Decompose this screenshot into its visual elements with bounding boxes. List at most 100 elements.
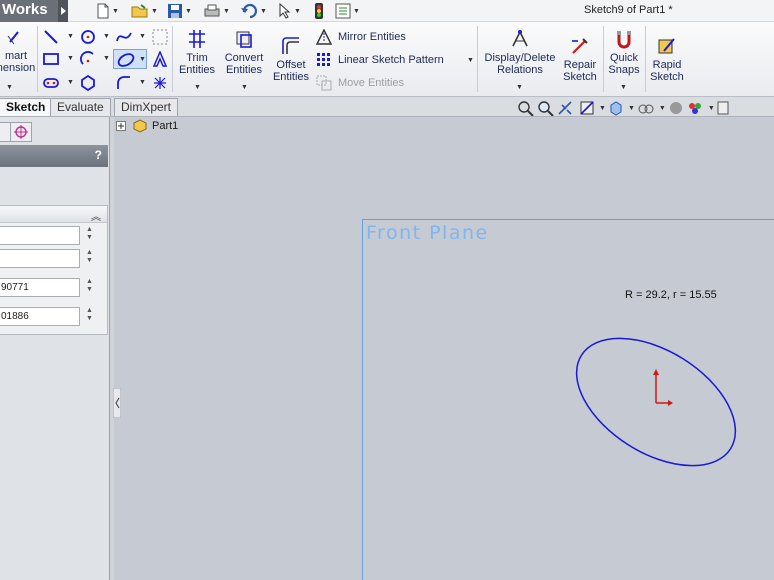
heads-up-view-toolbar: ▼ ▼ ▼ ▼ <box>517 99 729 117</box>
tab-dimxpert[interactable]: DimXpert <box>114 98 179 116</box>
tab-evaluate[interactable]: Evaluate <box>50 98 111 116</box>
previous-view-icon[interactable] <box>557 100 577 116</box>
relations-icon <box>512 30 528 47</box>
zoom-to-fit-icon[interactable] <box>517 100 535 116</box>
spin-buttons[interactable]: ▲ ▼ <box>86 278 94 297</box>
open-button[interactable]: ▼ <box>131 2 158 20</box>
mirror-icon <box>316 29 332 45</box>
help-button[interactable]: ? <box>95 148 102 162</box>
slot-tool-icon[interactable] <box>43 75 59 91</box>
save-button[interactable]: ▼ <box>167 2 192 20</box>
ellipse-tool-button[interactable]: ▼ <box>113 49 147 69</box>
panel-tabs <box>0 119 110 142</box>
spin-buttons[interactable]: ▲ ▼ <box>86 249 94 268</box>
offset-entities-button[interactable]: Offset Entities <box>271 35 311 83</box>
center-y-field[interactable] <box>0 249 80 268</box>
new-document-button[interactable]: ▼ <box>96 2 119 20</box>
app-brand[interactable]: Works <box>0 0 58 22</box>
chevron-down-icon[interactable]: ▼ <box>151 8 158 15</box>
rectangle-tool-icon[interactable] <box>43 51 59 67</box>
section-view-icon[interactable] <box>579 100 595 116</box>
apply-scene-icon[interactable] <box>686 100 704 116</box>
convert-entities-icon <box>236 31 252 48</box>
chevron-down-icon[interactable]: ▼ <box>67 33 74 40</box>
rapid-sketch-icon <box>658 38 675 54</box>
chevron-down-icon[interactable]: ▼ <box>67 79 74 86</box>
plane-label: Front Plane <box>366 222 489 244</box>
move-entities-button[interactable]: Move Entities <box>316 75 404 91</box>
collapse-icon[interactable]: ︽ <box>91 208 101 223</box>
circle-tool-icon[interactable] <box>80 29 96 45</box>
sketch-geometry[interactable] <box>560 325 760 485</box>
document-title: Sketch9 of Part1 * <box>584 4 673 16</box>
chevron-down-icon[interactable]: ▼ <box>139 56 146 63</box>
display-delete-relations-button[interactable]: Display/Delete Relations <box>483 28 557 76</box>
chevron-down-icon[interactable]: ▼ <box>294 8 301 15</box>
part-icon <box>133 119 147 133</box>
polygon-tool-icon[interactable] <box>80 75 96 91</box>
chevron-down-icon[interactable]: ▼ <box>6 84 13 91</box>
text-tool-icon[interactable] <box>152 51 168 67</box>
chevron-down-icon[interactable]: ▼ <box>103 33 110 40</box>
chevron-down-icon[interactable]: ▼ <box>194 84 201 91</box>
convert-entities-button[interactable]: Convert Entities <box>221 28 267 76</box>
offset-entities-icon <box>282 37 299 54</box>
spin-buttons[interactable]: ▲ ▼ <box>86 307 94 326</box>
print-button[interactable]: ▼ <box>203 2 230 20</box>
chevron-down-icon[interactable]: ▼ <box>139 79 146 86</box>
center-x-field[interactable] <box>0 226 80 245</box>
chevron-down-icon[interactable]: ▼ <box>353 8 360 15</box>
chevron-down-icon[interactable]: ▼ <box>260 8 267 15</box>
linear-sketch-pattern-button[interactable]: Linear Sketch Pattern <box>316 52 444 68</box>
mirror-entities-button[interactable]: Mirror Entities <box>316 29 406 45</box>
chevron-down-icon[interactable]: ▼ <box>241 84 248 91</box>
undo-button[interactable]: ▼ <box>240 2 267 20</box>
chevron-down-icon[interactable]: ▼ <box>185 8 192 15</box>
point-tool-icon[interactable] <box>152 75 168 91</box>
arc-tool-icon[interactable] <box>80 51 96 67</box>
chevron-down-icon[interactable]: ▼ <box>708 105 715 112</box>
hide-show-items-icon[interactable] <box>637 100 655 116</box>
chevron-down-icon[interactable]: ▼ <box>139 33 146 40</box>
ellipse-tool-icon <box>117 53 135 67</box>
chevron-down-icon[interactable]: ▼ <box>112 8 119 15</box>
chevron-down-icon[interactable]: ▼ <box>516 84 523 91</box>
rebuild-button[interactable] <box>313 2 325 20</box>
chevron-down-icon[interactable]: ▼ <box>628 105 635 112</box>
major-radius-field[interactable]: 90771 <box>0 278 80 297</box>
expand-icon[interactable] <box>116 121 126 131</box>
collapse-panel-grip[interactable] <box>113 388 121 418</box>
select-button[interactable]: ▼ <box>278 2 301 20</box>
smart-dimension-button[interactable]: mart nension <box>0 26 36 74</box>
line-tool-icon[interactable] <box>43 29 59 45</box>
repair-sketch-icon <box>572 38 588 54</box>
minor-radius-field[interactable]: 01886 <box>0 307 80 326</box>
parameters-group-header[interactable]: ︽ <box>0 206 107 223</box>
tab-sketch[interactable]: Sketch <box>0 98 53 116</box>
repair-sketch-button[interactable]: Repair Sketch <box>560 35 600 83</box>
chevron-down-icon[interactable]: ▼ <box>467 57 474 64</box>
property-manager-tab[interactable] <box>10 122 32 142</box>
tree-root-label[interactable]: Part1 <box>152 120 178 132</box>
view-settings-icon[interactable] <box>717 100 729 116</box>
chevron-down-icon[interactable]: ▼ <box>67 55 74 62</box>
menu-expand-arrow[interactable] <box>58 0 68 22</box>
construction-grid-icon[interactable] <box>152 29 168 45</box>
spline-tool-icon[interactable] <box>116 29 132 45</box>
save-icon <box>168 4 182 18</box>
chevron-down-icon[interactable]: ▼ <box>223 8 230 15</box>
quick-snaps-button[interactable]: Quick Snaps <box>605 28 643 76</box>
trim-entities-button[interactable]: Trim Entities <box>176 28 218 76</box>
title-bar: Works ▼ ▼ ▼ ▼ ▼ ▼ ▼ Sketch9 of Part1 * <box>0 0 774 22</box>
spin-buttons[interactable]: ▲ ▼ <box>86 226 94 245</box>
chevron-down-icon[interactable]: ▼ <box>659 105 666 112</box>
chevron-down-icon[interactable]: ▼ <box>620 84 627 91</box>
fillet-tool-icon[interactable] <box>116 75 132 91</box>
chevron-down-icon[interactable]: ▼ <box>103 55 110 62</box>
rapid-sketch-button[interactable]: Rapid Sketch <box>648 35 686 83</box>
options-button[interactable]: ▼ <box>335 2 360 20</box>
view-orientation-icon[interactable] <box>608 100 624 116</box>
zoom-to-area-icon[interactable] <box>537 100 555 116</box>
edit-appearance-icon[interactable] <box>668 100 684 116</box>
chevron-down-icon[interactable]: ▼ <box>599 105 606 112</box>
